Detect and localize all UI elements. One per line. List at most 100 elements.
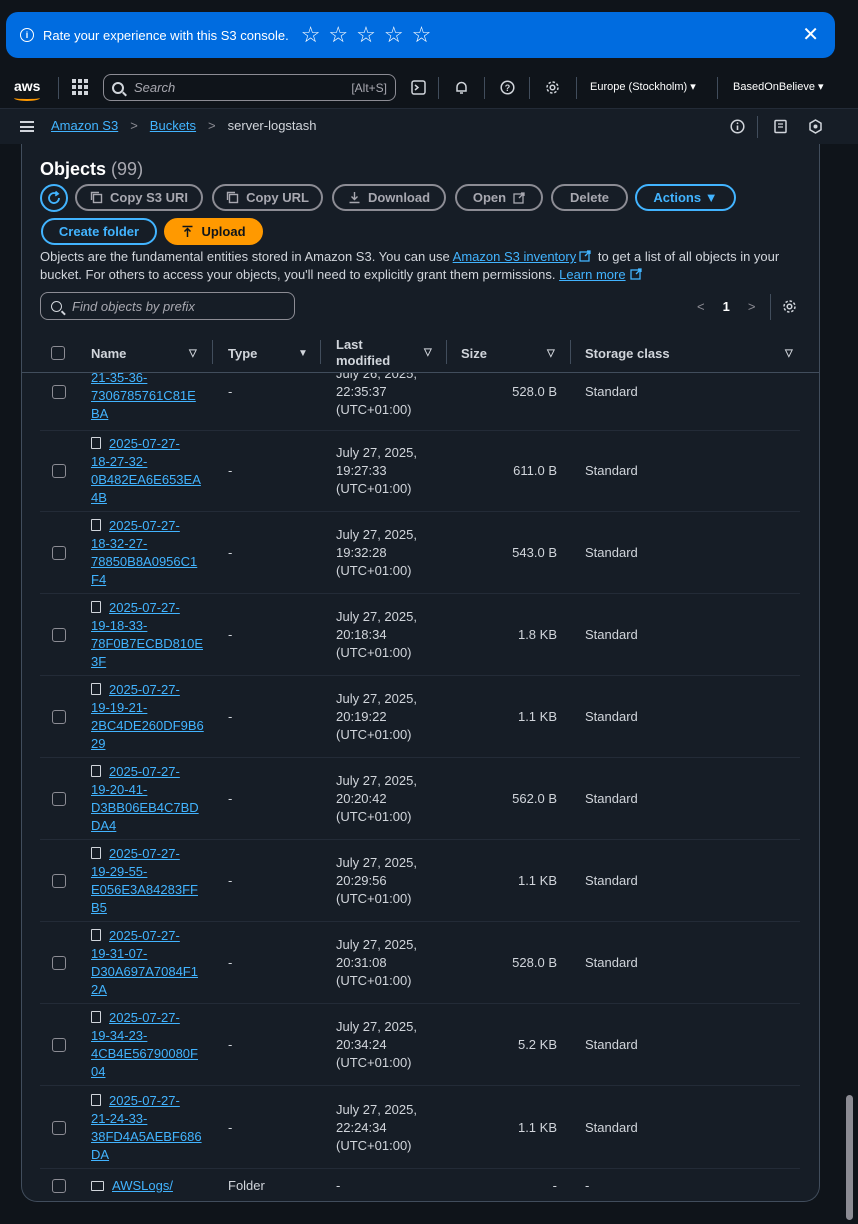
row-checkbox[interactable] xyxy=(52,710,66,724)
region-selector[interactable]: Europe (Stockholm) ▾ xyxy=(590,80,696,93)
object-name-link[interactable]: 19-19-21- xyxy=(91,700,147,715)
row-checkbox[interactable] xyxy=(52,792,66,806)
table-row[interactable]: 2025-07-27- 19-34-23- 4CB4E56790080F 04 - Jul… xyxy=(40,1004,800,1086)
copy-s3-uri-button[interactable]: Copy S3 URI xyxy=(75,184,203,211)
select-all-checkbox[interactable] xyxy=(51,334,65,372)
row-checkbox[interactable] xyxy=(52,628,66,642)
gear-icon[interactable] xyxy=(544,79,560,95)
object-name-link[interactable]: 2A xyxy=(91,982,107,997)
row-checkbox[interactable] xyxy=(52,1038,66,1052)
prefix-filter-input[interactable]: Find objects by prefix xyxy=(40,292,295,320)
object-name-link[interactable]: B5 xyxy=(91,900,107,915)
object-name-link[interactable]: AWSLogs/ xyxy=(112,1178,173,1193)
object-name-link[interactable]: 7306785761C81E xyxy=(91,388,196,403)
close-icon[interactable]: ✕ xyxy=(802,22,819,47)
object-name-link[interactable]: 19-34-23- xyxy=(91,1028,147,1043)
object-name-link[interactable]: 2025-07-27- xyxy=(109,518,180,533)
table-row[interactable]: 2025-07-27- 19-31-07- D30A697A7084F1 2A - Jul… xyxy=(40,922,800,1004)
inventory-link[interactable]: Amazon S3 inventory xyxy=(453,249,577,264)
actions-button[interactable]: Actions ▼ xyxy=(635,184,736,211)
object-name-link[interactable]: 38FD4A5AEBF686 xyxy=(91,1129,202,1144)
scrollbar-thumb[interactable] xyxy=(846,1095,853,1220)
table-row[interactable]: 2025-07-27- 21-24-33- 38FD4A5AEBF686 DA - Jul… xyxy=(40,1087,800,1169)
object-name-link[interactable]: 19-18-33- xyxy=(91,618,147,633)
object-name-link[interactable]: 18-27-32- xyxy=(91,454,147,469)
object-name-link[interactable]: 21-24-33- xyxy=(91,1111,147,1126)
object-name-link[interactable]: 19-31-07- xyxy=(91,946,147,961)
object-name-link[interactable]: 2025-07-27- xyxy=(109,682,180,697)
star-icon[interactable]: ☆ xyxy=(356,24,376,46)
table-row[interactable]: 2025-07-27- 19-29-55- E056E3A84283FF B5 - Jul… xyxy=(40,840,800,922)
chevron-right-icon[interactable]: > xyxy=(748,299,756,314)
row-checkbox[interactable] xyxy=(52,1121,66,1135)
object-name-link[interactable]: 3F xyxy=(91,654,106,669)
star-icon[interactable]: ☆ xyxy=(384,24,404,46)
object-name-link[interactable]: 2025-07-27- xyxy=(109,436,180,451)
upload-button[interactable]: Upload xyxy=(164,218,263,245)
open-button[interactable]: Open xyxy=(455,184,543,211)
breadcrumb-buckets[interactable]: Buckets xyxy=(150,118,196,133)
star-icon[interactable]: ☆ xyxy=(412,24,432,46)
cloudshell-icon[interactable] xyxy=(410,79,426,95)
row-checkbox[interactable] xyxy=(52,546,66,560)
object-name-link[interactable]: F4 xyxy=(91,572,106,587)
row-checkbox[interactable] xyxy=(52,1178,66,1193)
menu-icon[interactable] xyxy=(20,121,34,132)
star-icon[interactable]: ☆ xyxy=(328,24,348,46)
download-button[interactable]: Download xyxy=(332,184,446,211)
row-checkbox[interactable] xyxy=(52,874,66,888)
refresh-button[interactable] xyxy=(40,184,68,212)
column-size[interactable]: Size ▽ xyxy=(461,334,561,372)
hexagon-icon[interactable] xyxy=(807,118,823,134)
star-icon[interactable]: ☆ xyxy=(301,24,321,46)
learn-more-link[interactable]: Learn more xyxy=(559,267,625,282)
object-name-link[interactable]: 78F0B7ECBD810E xyxy=(91,636,203,651)
object-name-link[interactable]: 21-35-36- xyxy=(91,373,147,385)
table-row[interactable]: 2025-07-27- 19-18-33- 78F0B7ECBD810E 3F - Jul… xyxy=(40,594,800,676)
delete-button[interactable]: Delete xyxy=(551,184,628,211)
object-name-link[interactable]: 19-20-41- xyxy=(91,782,147,797)
column-type[interactable]: Type ▼ xyxy=(228,334,312,372)
folder-row[interactable]: AWSLogs/Folder - - - xyxy=(40,1169,800,1201)
create-folder-button[interactable]: Create folder xyxy=(41,218,157,245)
object-name-link[interactable]: 4CB4E56790080F xyxy=(91,1046,198,1061)
object-name-link[interactable]: E056E3A84283FF xyxy=(91,882,198,897)
object-name-link[interactable]: 2025-07-27- xyxy=(109,764,180,779)
object-name-link[interactable]: BA xyxy=(91,406,108,421)
copy-url-button[interactable]: Copy URL xyxy=(212,184,323,211)
object-name-link[interactable]: 2BC4DE260DF9B6 xyxy=(91,718,204,733)
object-name-link[interactable]: 0B482EA6E653EA xyxy=(91,472,201,487)
object-name-link[interactable]: 04 xyxy=(91,1064,105,1079)
table-row[interactable]: 2025-07-27- 19-19-21- 2BC4DE260DF9B6 29 - Jul… xyxy=(40,676,800,758)
object-name-link[interactable]: DA4 xyxy=(91,818,116,833)
column-name[interactable]: Name ▽ xyxy=(91,334,203,372)
table-row[interactable]: 2025-07-27- 19-20-41- D3BB06EB4C7BD DA4 - Jul… xyxy=(40,758,800,840)
object-name-link[interactable]: D30A697A7084F1 xyxy=(91,964,198,979)
column-last-modified[interactable]: Last modified ▽ xyxy=(336,334,432,372)
object-name-link[interactable]: D3BB06EB4C7BD xyxy=(91,800,199,815)
row-checkbox[interactable] xyxy=(52,956,66,970)
object-name-link[interactable]: 18-32-27- xyxy=(91,536,147,551)
object-name-link[interactable]: 2025-07-27- xyxy=(109,846,180,861)
row-checkbox[interactable] xyxy=(52,385,66,399)
object-name-link[interactable]: DA xyxy=(91,1147,109,1162)
object-name-link[interactable]: 78850B8A0956C1 xyxy=(91,554,197,569)
column-storage-class[interactable]: Storage class ▽ xyxy=(585,334,795,372)
services-grid-icon[interactable] xyxy=(72,79,88,95)
aws-logo[interactable]: aws xyxy=(14,78,40,94)
object-name-link[interactable]: 2025-07-27- xyxy=(109,1010,180,1025)
table-row[interactable]: 2025-07-27- 18-32-27- 78850B8A0956C1 F4 - Jul… xyxy=(40,512,800,594)
page-number[interactable]: 1 xyxy=(723,299,730,314)
search-input[interactable]: Search [Alt+S] xyxy=(103,74,396,101)
object-name-link[interactable]: 2025-07-27- xyxy=(109,600,180,615)
account-menu[interactable]: BasedOnBelieve ▾ xyxy=(733,80,824,93)
row-checkbox[interactable] xyxy=(52,464,66,478)
table-row[interactable]: 2025-07-27- 18-27-32- 0B482EA6E653EA 4B - Jul… xyxy=(40,430,800,512)
object-name-link[interactable]: 29 xyxy=(91,736,105,751)
chevron-left-icon[interactable]: < xyxy=(697,299,705,314)
table-settings-icon[interactable] xyxy=(782,299,797,318)
scrollbar[interactable] xyxy=(844,144,854,1224)
object-name-link[interactable]: 19-29-55- xyxy=(91,864,147,879)
table-row[interactable]: 21-35-36- 7306785761C81E BA - July 26, 2025,… xyxy=(40,373,800,431)
object-name-link[interactable]: 4B xyxy=(91,490,107,505)
